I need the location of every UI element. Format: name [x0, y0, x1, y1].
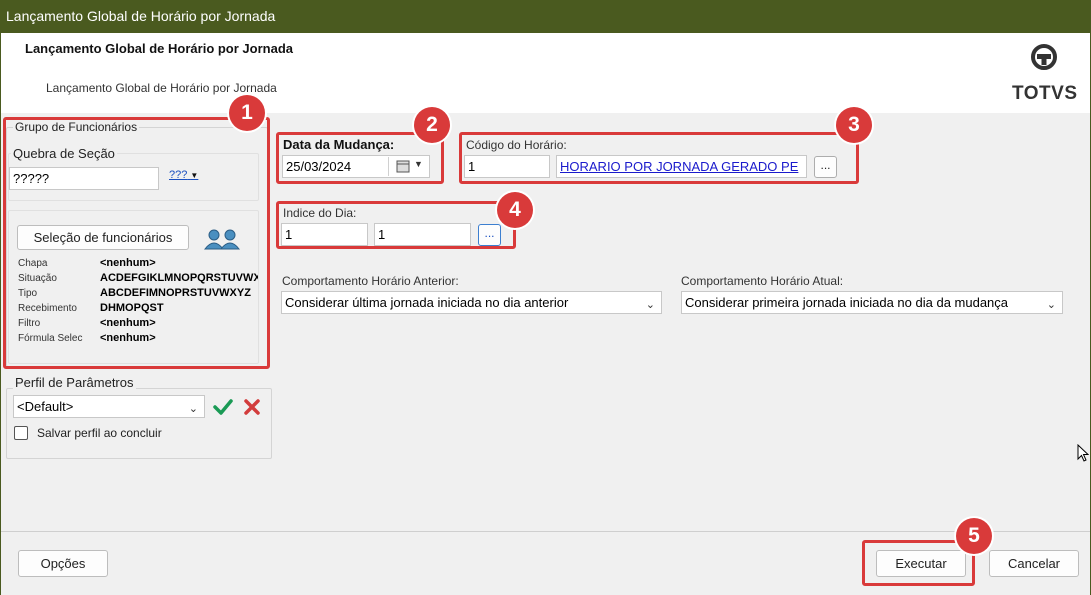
close-icon[interactable]: [243, 399, 261, 415]
comportamento-atual-label: Comportamento Horário Atual:: [681, 274, 844, 288]
opcoes-button[interactable]: Opções: [18, 550, 108, 577]
chevron-down-icon: ⌄: [645, 299, 655, 311]
annotation-box-4: [276, 201, 516, 249]
comportamento-atual-value: Considerar primeira jornada iniciada no …: [685, 295, 1009, 310]
check-icon[interactable]: [213, 398, 233, 416]
annotation-badge-2: 2: [414, 107, 450, 143]
annotation-box-1: [3, 117, 270, 369]
comportamento-anterior-value: Considerar última jornada iniciada no di…: [285, 295, 569, 310]
content-area: Grupo de Funcionários Quebra de Seção ??…: [1, 95, 1090, 531]
comportamento-atual-select[interactable]: Considerar primeira jornada iniciada no …: [681, 291, 1063, 314]
annotation-badge-4: 4: [497, 192, 533, 228]
page-subtitle: Lançamento Global de Horário por Jornada: [46, 81, 277, 95]
totvs-logo-text: TOTVS: [1012, 83, 1078, 104]
comportamento-anterior-select[interactable]: Considerar última jornada iniciada no di…: [281, 291, 662, 314]
cancelar-button[interactable]: Cancelar: [989, 550, 1079, 577]
mouse-cursor-icon: [1077, 444, 1089, 462]
totvs-logo-icon: [1031, 44, 1057, 70]
dialog-window: Lançamento Global de Horário por Jornada…: [0, 33, 1091, 595]
salvar-perfil-label: Salvar perfil ao concluir: [37, 426, 162, 440]
chevron-down-icon: ⌄: [1046, 299, 1056, 311]
perfil-parametros-legend: Perfil de Parâmetros: [13, 375, 136, 390]
salvar-perfil-checkbox[interactable]: [14, 426, 28, 440]
perfil-select-value: <Default>: [17, 399, 74, 414]
window-title-bar: Lançamento Global de Horário por Jornada: [0, 0, 1091, 33]
annotation-box-2: [276, 132, 444, 184]
page-title: Lançamento Global de Horário por Jornada: [25, 41, 293, 56]
perfil-select[interactable]: <Default> ⌄: [13, 395, 205, 418]
chevron-down-icon: ⌄: [188, 403, 198, 415]
annotation-badge-5: 5: [956, 518, 992, 554]
dialog-footer: Opções Executar Cancelar 5: [1, 518, 1090, 595]
annotation-badge-1: 1: [229, 95, 265, 131]
annotation-box-3: [459, 132, 859, 184]
window-title: Lançamento Global de Horário por Jornada: [6, 8, 276, 24]
annotation-badge-3: 3: [836, 107, 872, 143]
comportamento-anterior-label: Comportamento Horário Anterior:: [282, 274, 459, 288]
dialog-header: Lançamento Global de Horário por Jornada…: [1, 33, 1090, 113]
annotation-box-5: [862, 540, 975, 586]
